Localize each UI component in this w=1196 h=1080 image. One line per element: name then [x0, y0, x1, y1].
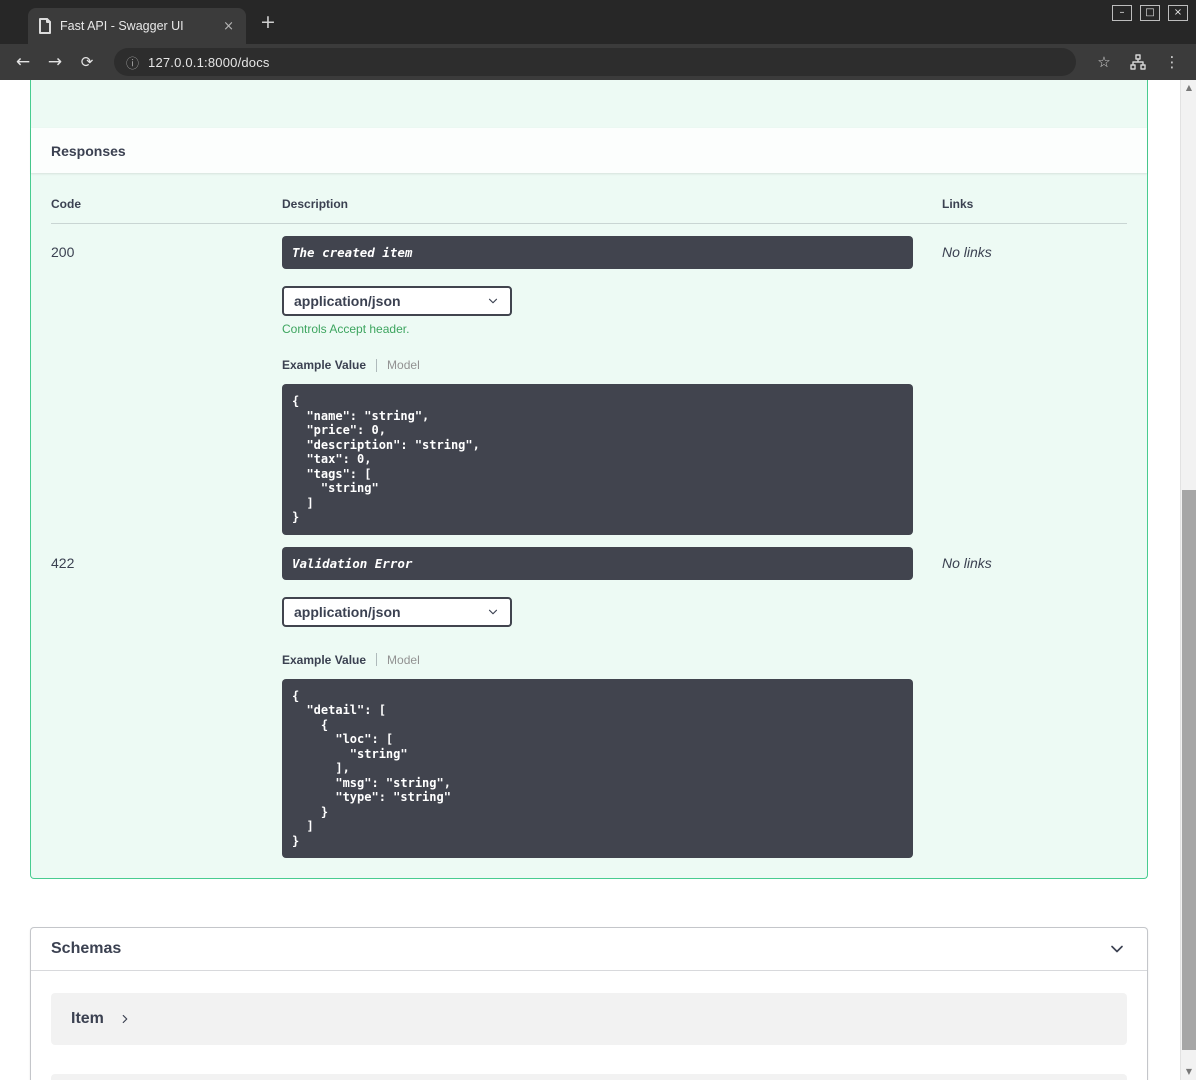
nav-toolbar: ← → ⟳ ⓘ 127.0.0.1:8000/docs ☆ ⋮	[0, 44, 1196, 80]
response-description: The created item	[282, 236, 913, 269]
responses-header: Responses	[31, 128, 1147, 173]
response-row-200: 200 The created item application/json Co…	[51, 224, 1127, 535]
url-text: 127.0.0.1:8000/docs	[148, 54, 270, 70]
back-icon[interactable]: ←	[10, 52, 36, 72]
schemas-title: Schemas	[51, 940, 122, 957]
example-model-tabs: Example Value Model	[282, 653, 942, 667]
media-type-value: application/json	[294, 293, 401, 309]
page-favicon-icon	[38, 18, 52, 34]
bookmark-star-icon[interactable]: ☆	[1090, 53, 1118, 71]
response-links: No links	[942, 244, 992, 260]
browser-tab[interactable]: Fast API - Swagger UI ×	[28, 8, 246, 44]
scroll-up-icon[interactable]: ▲	[1181, 80, 1196, 96]
chevron-right-icon	[122, 1014, 128, 1024]
new-tab-button[interactable]: +	[260, 11, 276, 33]
schemas-body: Item ValidationError	[31, 971, 1147, 1080]
example-json-block: { "name": "string", "price": 0, "descrip…	[282, 384, 913, 535]
schema-validationerror-row[interactable]: ValidationError	[51, 1074, 1127, 1080]
page-scrollbar[interactable]: ▲ ▼	[1180, 80, 1196, 1080]
example-model-tabs: Example Value Model	[282, 358, 942, 372]
window-maximize-button[interactable]: □	[1140, 5, 1160, 21]
tab-model[interactable]: Model	[387, 358, 420, 372]
tab-model[interactable]: Model	[387, 653, 420, 667]
window-close-button[interactable]: ×	[1168, 5, 1188, 21]
responses-title: Responses	[51, 142, 126, 159]
browser-window: Fast API - Swagger UI × + – □ × ← → ⟳ ⓘ …	[0, 0, 1196, 1080]
tab-divider	[376, 653, 378, 666]
window-controls: – □ ×	[1112, 5, 1188, 21]
swagger-page: Responses Code Description Links 200 The…	[0, 80, 1196, 1080]
responses-table: Code Description Links 200 The created i…	[31, 173, 1147, 858]
tab-divider	[376, 358, 378, 372]
column-header-links: Links	[942, 197, 974, 211]
schemas-header[interactable]: Schemas	[31, 928, 1147, 971]
media-type-select[interactable]: application/json	[282, 286, 512, 316]
response-code: 422	[51, 554, 75, 571]
schema-item-label: Item	[71, 1010, 104, 1027]
chevron-down-icon	[488, 298, 498, 304]
tab-example-value[interactable]: Example Value	[282, 653, 366, 667]
scrollbar-thumb[interactable]	[1182, 490, 1196, 1050]
tab-example-value[interactable]: Example Value	[282, 358, 366, 372]
sitemap-icon[interactable]	[1124, 54, 1152, 70]
menu-icon[interactable]: ⋮	[1158, 53, 1186, 71]
schemas-section: Schemas Item ValidationError	[30, 927, 1148, 1080]
accept-header-note: Controls Accept header.	[282, 322, 410, 336]
media-type-value: application/json	[294, 603, 401, 620]
response-code: 200	[51, 244, 75, 260]
forward-icon[interactable]: →	[42, 52, 68, 72]
window-minimize-button[interactable]: –	[1112, 5, 1132, 21]
response-links: No links	[942, 554, 992, 571]
example-json-block: { "detail": [ { "loc": [ "string" ], "ms…	[282, 678, 913, 858]
scroll-down-icon[interactable]: ▼	[1181, 1064, 1196, 1080]
response-description: Validation Error	[282, 546, 913, 580]
tab-close-icon[interactable]: ×	[221, 19, 236, 34]
chevron-down-icon[interactable]	[1107, 939, 1127, 959]
titlebar: Fast API - Swagger UI × + – □ ×	[0, 0, 1196, 44]
chevron-down-icon	[488, 609, 498, 614]
column-header-code: Code	[51, 197, 81, 211]
responses-table-header: Code Description Links	[51, 173, 1127, 224]
tab-title: Fast API - Swagger UI	[60, 19, 184, 33]
url-bar[interactable]: ⓘ 127.0.0.1:8000/docs	[114, 48, 1076, 76]
reload-icon[interactable]: ⟳	[74, 53, 100, 71]
site-info-icon[interactable]: ⓘ	[126, 53, 139, 72]
schema-item-row[interactable]: Item	[51, 993, 1127, 1045]
media-type-select[interactable]: application/json	[282, 596, 512, 627]
column-header-description: Description	[282, 197, 349, 211]
response-row-422: 422 Validation Error application/json Ex…	[51, 535, 1127, 858]
opblock-responses-section: Responses Code Description Links 200 The…	[30, 80, 1148, 879]
